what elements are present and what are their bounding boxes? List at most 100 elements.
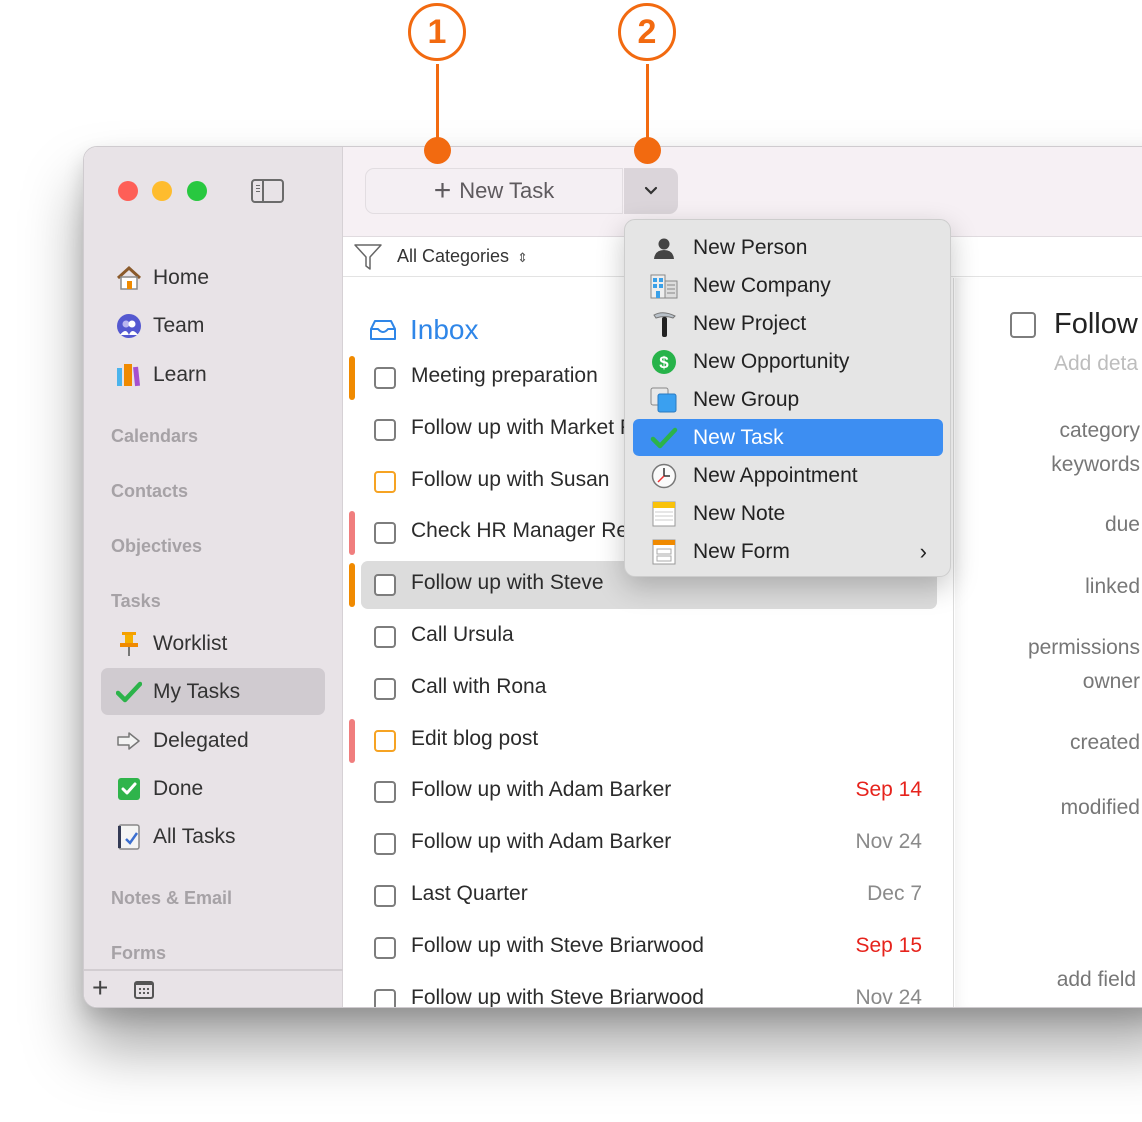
task-row[interactable]: Follow up with Steve Briarwood Sep 15 bbox=[343, 922, 953, 974]
sidebar-item-learn[interactable]: Learn bbox=[101, 351, 325, 398]
task-title: Follow up with Steve Briarwood bbox=[411, 933, 704, 957]
task-checkbox[interactable] bbox=[374, 781, 396, 804]
svg-text:$: $ bbox=[659, 353, 669, 372]
task-checkbox[interactable] bbox=[374, 833, 396, 856]
task-row[interactable]: Follow up with Adam Barker Sep 14 bbox=[343, 766, 953, 818]
clock-icon bbox=[649, 462, 679, 490]
sidebar-item-label: Home bbox=[153, 265, 210, 289]
menu-item-label: New Task bbox=[693, 425, 784, 449]
app-window: Home Team Learn Calendars Contacts Objec… bbox=[83, 146, 1142, 1008]
sidebar-toggle-icon[interactable] bbox=[251, 179, 284, 203]
priority-flag bbox=[349, 511, 355, 556]
task-checkbox[interactable] bbox=[374, 418, 396, 441]
pushpin-icon bbox=[115, 630, 143, 658]
done-checkbox-icon bbox=[115, 775, 143, 803]
minimize-button[interactable] bbox=[152, 181, 172, 201]
section-objectives[interactable]: Objectives bbox=[111, 536, 202, 557]
person-icon bbox=[649, 234, 679, 262]
detail-title[interactable]: Follow bbox=[1054, 308, 1138, 341]
hammer-icon bbox=[649, 310, 679, 338]
section-tasks[interactable]: Tasks bbox=[111, 591, 161, 612]
new-task-button[interactable]: + New Task bbox=[365, 168, 623, 214]
sidebar-item-team[interactable]: Team bbox=[101, 302, 325, 349]
task-row[interactable]: Follow up with Steve Briarwood Nov 24 bbox=[343, 974, 953, 1007]
new-task-label: New Task bbox=[459, 178, 555, 203]
section-contacts[interactable]: Contacts bbox=[111, 481, 188, 502]
checkmark-icon bbox=[115, 678, 143, 706]
team-icon bbox=[115, 312, 143, 340]
task-row[interactable]: Call Ursula bbox=[343, 611, 953, 663]
task-row[interactable]: Edit blog post bbox=[343, 715, 953, 767]
task-checkbox[interactable] bbox=[374, 367, 396, 389]
sidebar-item-done[interactable]: Done bbox=[101, 765, 325, 812]
menu-item-new-person[interactable]: New Person bbox=[633, 229, 943, 266]
menu-item-new-group[interactable]: New Group bbox=[633, 381, 943, 418]
task-checkbox[interactable] bbox=[374, 677, 396, 700]
add-field-button[interactable]: add field▼ bbox=[1057, 968, 1142, 992]
menu-item-new-opportunity[interactable]: $ New Opportunity bbox=[633, 343, 943, 380]
priority-flag bbox=[349, 563, 355, 608]
field-label-owner: owner bbox=[1082, 670, 1140, 693]
books-icon bbox=[115, 361, 143, 389]
menu-item-new-form[interactable]: New Form › bbox=[633, 533, 943, 570]
field-label-modified: modified bbox=[1060, 796, 1140, 819]
task-title: Meeting preparation bbox=[411, 364, 598, 387]
menu-item-new-company[interactable]: New Company bbox=[633, 267, 943, 304]
calendar-icon[interactable] bbox=[134, 981, 154, 999]
task-checkbox[interactable] bbox=[374, 885, 396, 907]
section-notes-email[interactable]: Notes & Email bbox=[111, 888, 232, 909]
field-label-category: category bbox=[1059, 419, 1140, 442]
task-checkbox[interactable] bbox=[374, 936, 396, 959]
arrow-right-icon bbox=[115, 727, 143, 755]
zoom-button[interactable] bbox=[187, 181, 207, 201]
priority-flag bbox=[349, 718, 355, 763]
sidebar-item-label: Delegated bbox=[153, 728, 249, 752]
detail-checkbox[interactable] bbox=[1010, 312, 1036, 338]
task-checkbox[interactable] bbox=[374, 626, 396, 648]
sidebar-item-my-tasks[interactable]: My Tasks bbox=[101, 668, 325, 715]
sidebar-item-delegated[interactable]: Delegated bbox=[101, 717, 325, 764]
task-due-date: Sep 14 bbox=[855, 778, 922, 802]
sidebar-item-label: Worklist bbox=[153, 631, 228, 655]
task-checkbox[interactable] bbox=[374, 988, 396, 1007]
sidebar-item-all-tasks[interactable]: All Tasks bbox=[101, 813, 325, 860]
section-forms[interactable]: Forms bbox=[111, 943, 166, 964]
category-filter-select[interactable]: All Categories ⇕ bbox=[397, 246, 528, 267]
menu-item-label: New Note bbox=[693, 501, 786, 525]
task-due-date: Dec 7 bbox=[867, 882, 922, 905]
menu-item-new-appointment[interactable]: New Appointment bbox=[633, 457, 943, 494]
menu-item-label: New Opportunity bbox=[693, 349, 850, 373]
checkmark-icon bbox=[649, 424, 679, 452]
new-item-dropdown-button[interactable] bbox=[624, 168, 678, 214]
add-field-label: add field bbox=[1056, 968, 1137, 991]
chevron-down-icon bbox=[644, 186, 658, 195]
task-notebook-icon bbox=[115, 823, 143, 851]
list-header: Inbox bbox=[369, 314, 479, 346]
menu-item-label: New Person bbox=[693, 235, 808, 259]
task-checkbox[interactable] bbox=[374, 729, 396, 752]
menu-item-new-task[interactable]: New Task bbox=[633, 419, 943, 456]
task-row[interactable]: Last Quarter Dec 7 bbox=[343, 870, 953, 922]
field-label-linked: linked bbox=[1085, 575, 1140, 598]
section-calendars[interactable]: Calendars bbox=[111, 426, 198, 447]
task-title: Last Quarter bbox=[411, 882, 528, 905]
task-checkbox[interactable] bbox=[374, 522, 396, 545]
plus-icon[interactable]: + bbox=[92, 973, 108, 1003]
sidebar-item-home[interactable]: Home bbox=[101, 254, 325, 301]
sidebar-footer: + bbox=[84, 969, 343, 1007]
close-button[interactable] bbox=[118, 181, 138, 201]
menu-item-new-note[interactable]: New Note bbox=[633, 495, 943, 532]
menu-item-new-project[interactable]: New Project bbox=[633, 305, 943, 342]
task-row[interactable]: Call with Rona bbox=[343, 663, 953, 715]
task-checkbox[interactable] bbox=[374, 574, 396, 597]
sidebar-item-worklist[interactable]: Worklist bbox=[101, 620, 325, 667]
funnel-icon[interactable] bbox=[353, 242, 383, 272]
task-row[interactable]: Follow up with Adam Barker Nov 24 bbox=[343, 818, 953, 870]
form-icon bbox=[649, 538, 679, 566]
field-label-due: due bbox=[1104, 513, 1140, 536]
task-checkbox[interactable] bbox=[374, 470, 396, 493]
dollar-icon: $ bbox=[649, 348, 679, 376]
menu-item-label: New Appointment bbox=[693, 463, 858, 487]
new-item-menu: New Person New Company New Project $ New Opp… bbox=[624, 219, 951, 577]
detail-add-details[interactable]: Add deta bbox=[1054, 352, 1138, 376]
